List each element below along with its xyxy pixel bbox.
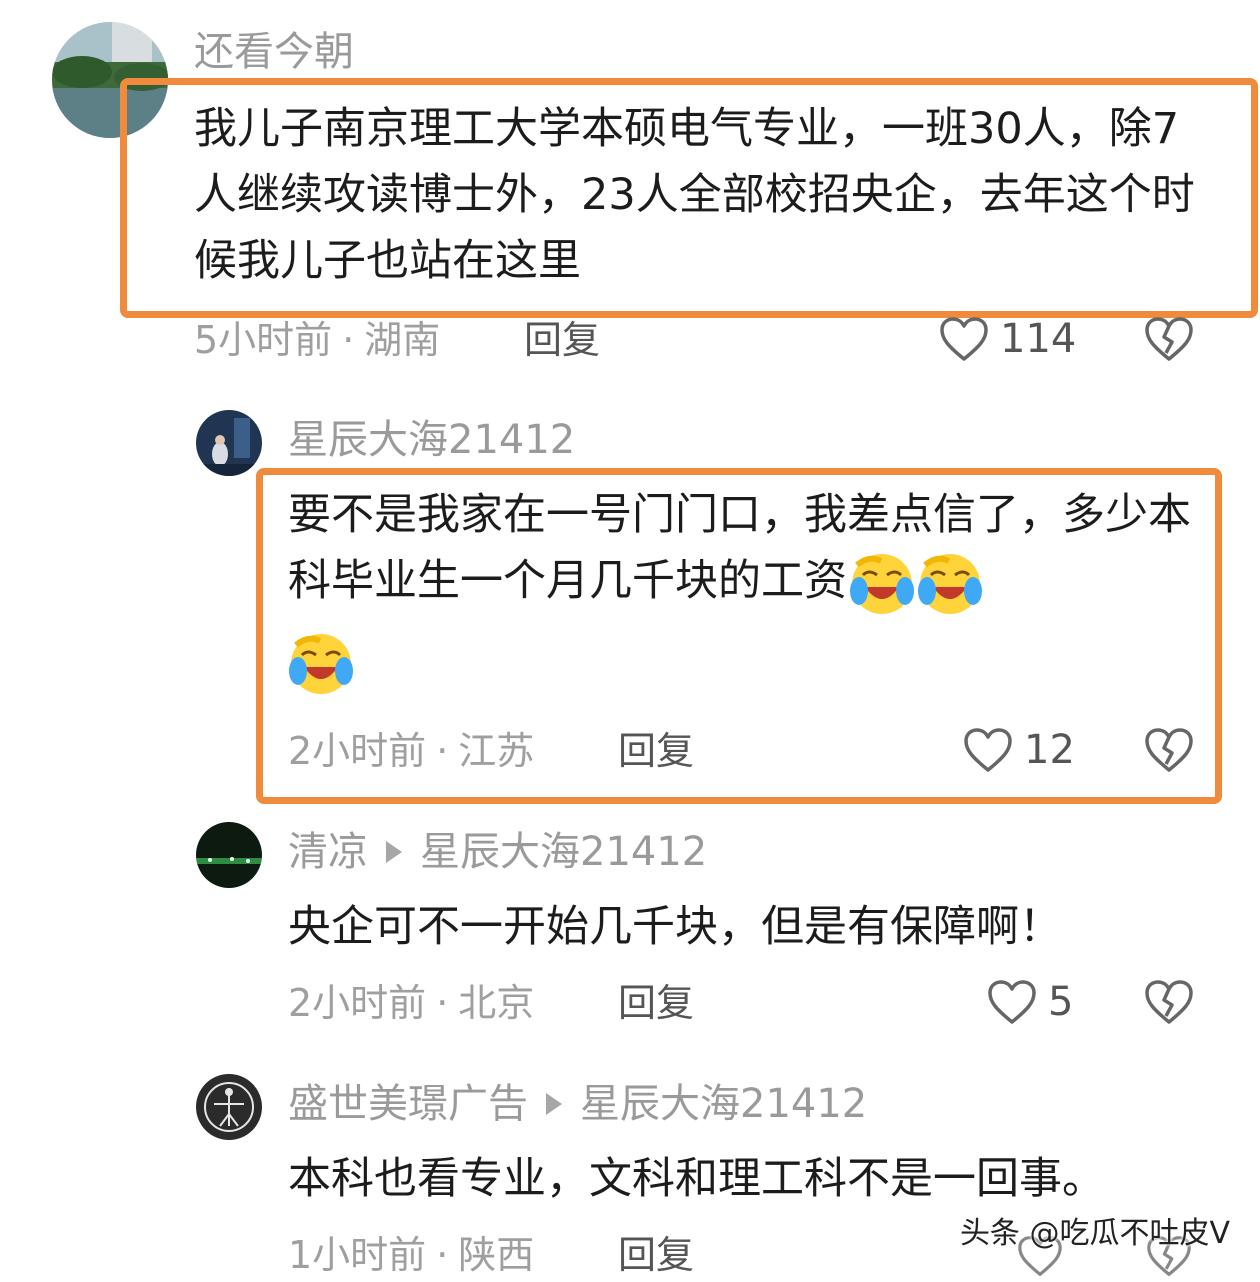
like-count: 12 (1024, 727, 1075, 773)
broken-heart-icon (1145, 317, 1193, 361)
comment-author[interactable]: 星辰大海21412 (288, 416, 575, 464)
comment-location: 陕西 (458, 1233, 535, 1277)
avatar[interactable] (196, 1074, 262, 1140)
heart-icon (940, 317, 988, 361)
comment-text-body: 要不是我家在一号门门口，我差点信了，多少本科毕业生一个月几千块的工资 (288, 490, 1191, 606)
dislike-button[interactable] (1143, 315, 1195, 367)
comment-location: 湖南 (364, 318, 441, 362)
comment-meta: 5小时前 · 湖南 (194, 317, 440, 363)
reply-arrow-icon (386, 841, 402, 863)
separator-dot: · (342, 318, 355, 362)
comment-text: 央企可不一开始几千块，但是有保障啊！ (288, 902, 1062, 952)
like-button[interactable]: 5 (986, 978, 1073, 1026)
like-button[interactable]: 114 (938, 315, 1076, 363)
separator-dot: · (436, 729, 449, 773)
comment-meta: 2小时前 · 江苏 (288, 728, 534, 774)
reply-header: 清凉 星辰大海21412 (288, 828, 707, 876)
reply-header: 盛世美璟广告 星辰大海21412 (288, 1080, 867, 1128)
reply-to-user[interactable]: 星辰大海21412 (580, 1080, 867, 1128)
crying-laugh-emoji-icon (849, 551, 915, 617)
comment-meta: 1小时前 · 陕西 (288, 1232, 534, 1278)
avatar[interactable] (196, 410, 262, 476)
comment-author[interactable]: 盛世美璟广告 (288, 1080, 528, 1128)
comment-time: 1小时前 (288, 1233, 427, 1277)
comment-location: 江苏 (458, 729, 535, 773)
comment-author[interactable]: 清凉 (288, 828, 368, 876)
reply-button[interactable]: 回复 (618, 1232, 694, 1278)
broken-heart-icon (1145, 728, 1193, 772)
reply-arrow-icon (546, 1093, 562, 1115)
comment-location: 北京 (458, 981, 535, 1025)
comment-meta: 2小时前 · 北京 (288, 980, 534, 1026)
like-count: 114 (1000, 316, 1077, 362)
reply-button[interactable]: 回复 (524, 317, 600, 363)
separator-dot: · (436, 981, 449, 1025)
avatar[interactable] (196, 822, 262, 888)
comment-text: 本科也看专业，文科和理工科不是一回事。 (288, 1154, 1105, 1204)
broken-heart-icon (1145, 980, 1193, 1024)
dislike-button[interactable] (1143, 726, 1195, 778)
reply-button[interactable]: 回复 (618, 980, 694, 1026)
dislike-button[interactable] (1143, 978, 1195, 1030)
comment-time: 2小时前 (288, 729, 427, 773)
separator-dot: · (436, 1233, 449, 1277)
comment-time: 2小时前 (288, 981, 427, 1025)
heart-icon (988, 980, 1036, 1024)
comment-text: 要不是我家在一号门门口，我差点信了，多少本科毕业生一个月几千块的工资 (288, 482, 1208, 697)
comment-time: 5小时前 (194, 318, 333, 362)
crying-laugh-emoji-icon (917, 551, 983, 617)
crying-laugh-emoji-icon (288, 631, 354, 697)
comment-text: 我儿子南京理工大学本硕电气专业，一班30人，除7人继续攻读博士外，23人全部校招… (194, 104, 1195, 286)
watermark: 头条 @吃瓜不吐皮V (959, 1216, 1230, 1251)
reply-button[interactable]: 回复 (618, 728, 694, 774)
like-button[interactable]: 12 (962, 726, 1075, 774)
reply-to-user[interactable]: 星辰大海21412 (420, 828, 707, 876)
comment-author[interactable]: 还看今朝 (194, 28, 354, 76)
like-count: 5 (1048, 979, 1074, 1025)
heart-icon (964, 728, 1012, 772)
